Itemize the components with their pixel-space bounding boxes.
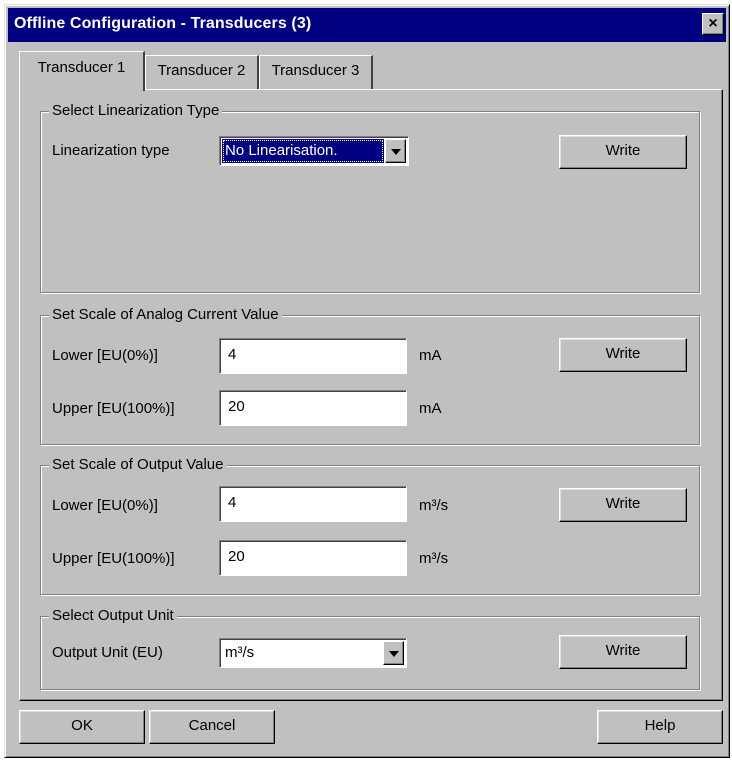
output-upper-value: 20 (228, 548, 245, 565)
linearization-type-select[interactable]: No Linearisation. (219, 136, 409, 166)
analog-lower-value: 4 (228, 346, 237, 363)
output-lower-input[interactable]: 4 (219, 486, 407, 522)
analog-scale-group: Set Scale of Analog Current Value Lower … (40, 305, 700, 445)
close-button[interactable]: × (702, 13, 724, 35)
output-lower-label: Lower [EU(0%)] (52, 497, 158, 514)
help-button-label: Help (644, 717, 676, 734)
close-icon: × (708, 15, 718, 32)
tab-label: Transducer 1 (37, 59, 126, 76)
analog-lower-label: Lower [EU(0%)] (52, 347, 158, 364)
analog-scale-group-title: Set Scale of Analog Current Value (49, 305, 282, 325)
write-button-label: Write (605, 142, 641, 159)
output-upper-unit: m³/s (419, 550, 449, 567)
analog-write-button[interactable]: Write (559, 338, 687, 372)
analog-upper-unit: mA (419, 400, 442, 417)
analog-lower-unit: mA (419, 347, 442, 364)
output-scale-group: Set Scale of Output Value Lower [EU(0%)]… (40, 455, 700, 595)
tab-panel-transducer-1: Select Linearization Type Linearization … (19, 89, 723, 701)
analog-lower-input[interactable]: 4 (219, 338, 407, 374)
title-bar[interactable]: Offline Configuration - Transducers (3) … (8, 8, 726, 42)
linearization-group-title: Select Linearization Type (49, 101, 223, 121)
analog-upper-input[interactable]: 20 (219, 390, 407, 426)
help-button[interactable]: Help (597, 710, 723, 744)
output-write-button[interactable]: Write (559, 488, 687, 522)
write-button-label: Write (605, 495, 641, 512)
cancel-button-label: Cancel (188, 717, 236, 734)
linearization-type-value: No Linearisation. (222, 139, 384, 163)
write-button-label: Write (605, 345, 641, 362)
tab-label: Transducer 3 (271, 62, 360, 79)
linearization-group: Select Linearization Type Linearization … (40, 101, 700, 293)
output-scale-group-title: Set Scale of Output Value (49, 455, 227, 475)
window-title: Offline Configuration - Transducers (3) (14, 15, 312, 32)
tab-transducer-2[interactable]: Transducer 2 (145, 55, 259, 89)
offline-configuration-dialog: Offline Configuration - Transducers (3) … (4, 4, 730, 758)
output-unit-label: Output Unit (EU) (52, 644, 163, 661)
linearization-type-label: Linearization type (52, 142, 170, 159)
output-upper-label: Upper [EU(100%)] (52, 550, 175, 567)
output-unit-select[interactable]: m³/s (219, 638, 407, 668)
chevron-down-icon[interactable] (383, 641, 404, 665)
analog-upper-value: 20 (228, 398, 245, 415)
output-upper-input[interactable]: 20 (219, 540, 407, 576)
linearization-write-button[interactable]: Write (559, 135, 687, 169)
output-unit-group: Select Output Unit Output Unit (EU) m³/s… (40, 606, 700, 690)
cancel-button[interactable]: Cancel (149, 710, 275, 744)
ok-button-label: OK (71, 717, 93, 734)
write-button-label: Write (605, 642, 641, 659)
tab-transducer-3[interactable]: Transducer 3 (259, 55, 373, 89)
output-unit-value: m³/s (225, 644, 255, 661)
tab-transducer-1[interactable]: Transducer 1 (19, 51, 145, 91)
output-lower-value: 4 (228, 494, 237, 511)
ok-button[interactable]: OK (19, 710, 145, 744)
output-lower-unit: m³/s (419, 497, 449, 514)
output-unit-group-title: Select Output Unit (49, 606, 177, 626)
output-unit-write-button[interactable]: Write (559, 635, 687, 669)
tab-label: Transducer 2 (157, 62, 246, 79)
analog-upper-label: Upper [EU(100%)] (52, 400, 175, 417)
chevron-down-icon[interactable] (385, 139, 406, 163)
